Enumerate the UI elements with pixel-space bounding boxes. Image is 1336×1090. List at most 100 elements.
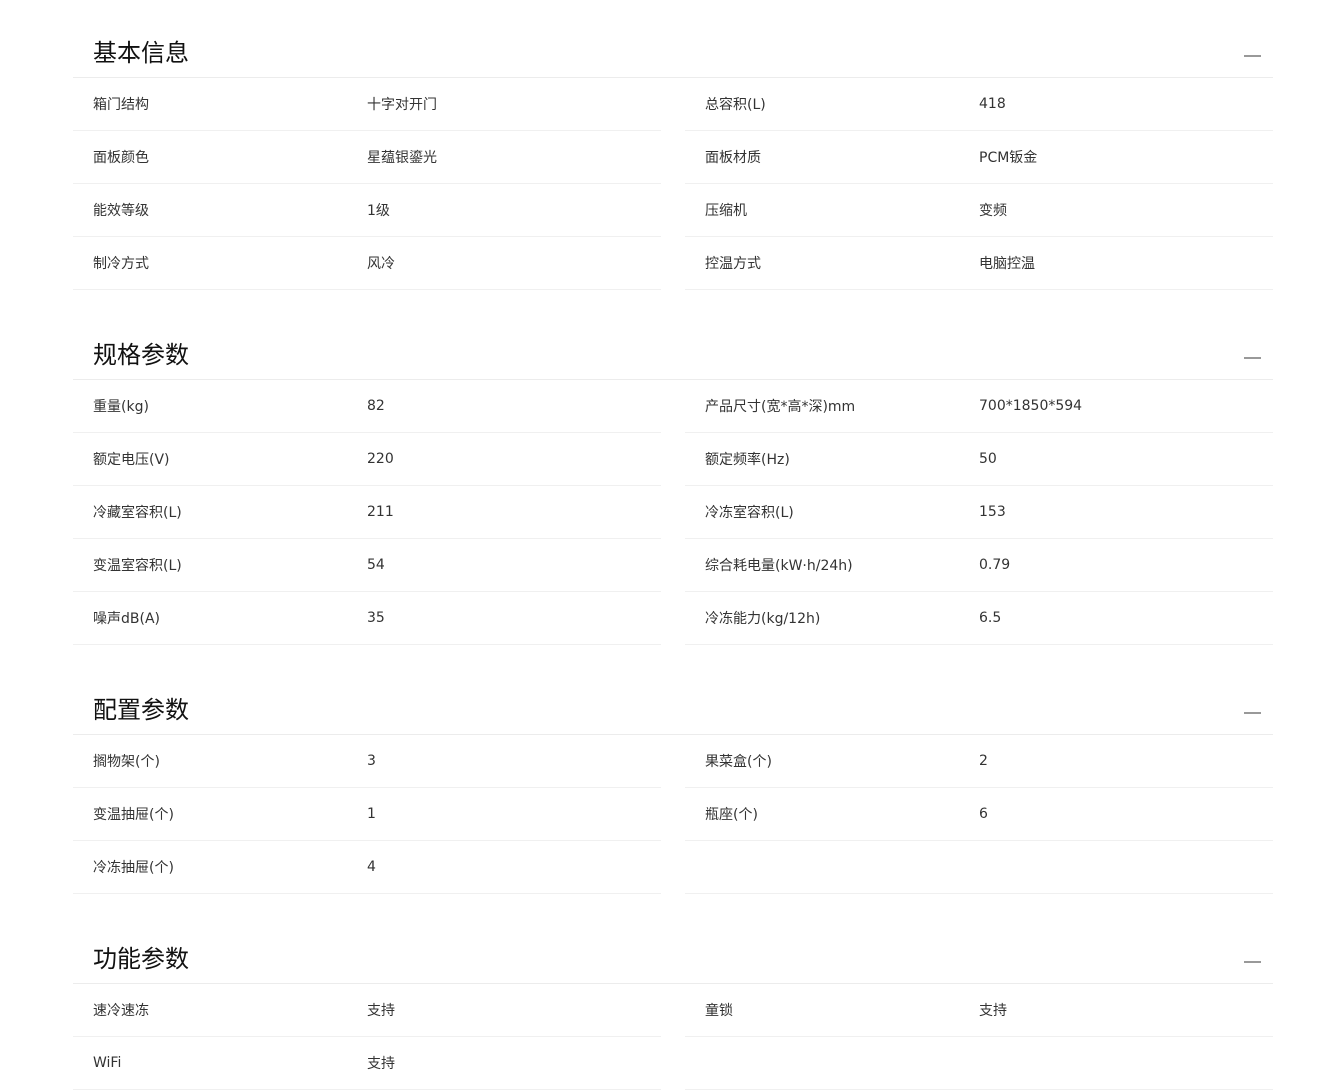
spec-label: 箱门结构 xyxy=(93,97,149,113)
spec-row: 变温抽屉(个) 1 xyxy=(73,788,661,841)
spec-row: 控温方式 电脑控温 xyxy=(685,237,1273,290)
spec-value: 风冷 xyxy=(367,256,395,272)
spec-row: 重量(kg) 82 xyxy=(73,380,661,433)
section-title: 配置参数 xyxy=(93,696,189,724)
spec-label: 变温室容积(L) xyxy=(93,558,182,574)
spec-section: 规格参数重量(kg) 82 产品尺寸(宽*高*深)mm 700*1850*594 额定电… xyxy=(73,302,1273,645)
spec-label: 重量(kg) xyxy=(93,399,149,415)
spec-row: 压缩机 变频 xyxy=(685,184,1273,237)
spec-value: 6.5 xyxy=(979,610,1002,626)
section-title: 功能参数 xyxy=(93,945,189,973)
spec-section: 配置参数搁物架(个) 3 果菜盒(个) 2 变温抽屉(个) 1 瓶座(个) 6 冷冻抽屉(个) 4 xyxy=(73,657,1273,894)
spec-value: 十字对开门 xyxy=(367,97,437,113)
spec-row: WiFi 支持 xyxy=(73,1037,661,1090)
spec-row: 冷冻能力(kg/12h) 6.5 xyxy=(685,592,1273,645)
spec-label: 瓶座(个) xyxy=(705,807,758,823)
spec-value: PCM钣金 xyxy=(979,150,1038,166)
spec-label: 额定频率(Hz) xyxy=(705,452,790,468)
spec-row: 童锁 支持 xyxy=(685,984,1273,1037)
spec-row: 额定电压(V) 220 xyxy=(73,433,661,486)
spec-row: 箱门结构 十字对开门 xyxy=(73,78,661,131)
section-header: 功能参数 xyxy=(73,906,1273,984)
spec-value: 700*1850*594 xyxy=(979,398,1083,414)
spec-label: 变温抽屉(个) xyxy=(93,807,174,823)
spec-rows: 搁物架(个) 3 果菜盒(个) 2 变温抽屉(个) 1 瓶座(个) 6 冷冻抽屉(个) 4 xyxy=(73,735,1273,894)
spec-label: 冷冻室容积(L) xyxy=(705,505,794,521)
collapse-minus-icon[interactable] xyxy=(1244,712,1261,714)
section-header: 规格参数 xyxy=(73,302,1273,380)
spec-value: 1 xyxy=(367,806,376,822)
spec-value: 支持 xyxy=(367,1003,395,1019)
spec-value: 220 xyxy=(367,451,394,467)
spec-row: 冷藏室容积(L) 211 xyxy=(73,486,661,539)
spec-value: 变频 xyxy=(979,203,1007,219)
spec-section: 功能参数 速冷速冻 支持 童锁 支持 WiFi 支持 xyxy=(73,906,1273,1090)
spec-value: 6 xyxy=(979,806,988,822)
spec-label: 能效等级 xyxy=(93,203,149,219)
spec-row: 果菜盒(个) 2 xyxy=(685,735,1273,788)
spec-rows: 箱门结构 十字对开门 总容积(L) 418 面板颜色 星蕴银鎏光 面板材质 PCM钣金能效等级… xyxy=(73,78,1273,290)
collapse-minus-icon[interactable] xyxy=(1244,55,1261,57)
spec-row: 面板材质 PCM钣金 xyxy=(685,131,1273,184)
spec-label: 产品尺寸(宽*高*深)mm xyxy=(705,399,856,415)
spec-row: 搁物架(个) 3 xyxy=(73,735,661,788)
spec-row: 瓶座(个) 6 xyxy=(685,788,1273,841)
spec-row-empty xyxy=(685,1037,1273,1090)
spec-label: 面板颜色 xyxy=(93,150,149,166)
spec-value: 星蕴银鎏光 xyxy=(367,150,437,166)
spec-value: 0.79 xyxy=(979,557,1011,573)
spec-label: 冷冻能力(kg/12h) xyxy=(705,611,821,627)
spec-row: 产品尺寸(宽*高*深)mm 700*1850*594 xyxy=(685,380,1273,433)
spec-value: 2 xyxy=(979,753,988,769)
section-title: 基本信息 xyxy=(93,39,189,67)
spec-row: 制冷方式 风冷 xyxy=(73,237,661,290)
spec-value: 支持 xyxy=(367,1056,395,1072)
spec-row: 总容积(L) 418 xyxy=(685,78,1273,131)
spec-label: 果菜盒(个) xyxy=(705,754,772,770)
spec-row: 额定频率(Hz) 50 xyxy=(685,433,1273,486)
spec-label: WiFi xyxy=(93,1055,122,1071)
spec-value: 35 xyxy=(367,610,385,626)
spec-row: 面板颜色 星蕴银鎏光 xyxy=(73,131,661,184)
spec-value: 4 xyxy=(367,859,376,875)
spec-label: 冷藏室容积(L) xyxy=(93,505,182,521)
spec-row: 速冷速冻 支持 xyxy=(73,984,661,1037)
spec-value: 211 xyxy=(367,504,394,520)
spec-label: 面板材质 xyxy=(705,150,761,166)
spec-row-empty xyxy=(685,841,1273,894)
section-header: 基本信息 xyxy=(73,0,1273,78)
spec-value: 支持 xyxy=(979,1003,1007,1019)
spec-label: 搁物架(个) xyxy=(93,754,160,770)
spec-label: 额定电压(V) xyxy=(93,452,170,468)
section-header: 配置参数 xyxy=(73,657,1273,735)
spec-row: 变温室容积(L) 54 xyxy=(73,539,661,592)
spec-value: 153 xyxy=(979,504,1006,520)
spec-value: 54 xyxy=(367,557,385,573)
spec-label: 总容积(L) xyxy=(705,97,766,113)
spec-value: 电脑控温 xyxy=(979,256,1035,272)
spec-row: 噪声dB(A) 35 xyxy=(73,592,661,645)
spec-label: 速冷速冻 xyxy=(93,1003,149,1019)
spec-rows: 速冷速冻 支持 童锁 支持 WiFi 支持 xyxy=(73,984,1273,1090)
spec-label: 噪声dB(A) xyxy=(93,611,160,627)
spec-label: 制冷方式 xyxy=(93,256,149,272)
spec-value: 1级 xyxy=(367,203,390,219)
spec-label: 控温方式 xyxy=(705,256,761,272)
spec-value: 3 xyxy=(367,753,376,769)
spec-row: 冷冻室容积(L) 153 xyxy=(685,486,1273,539)
spec-label: 压缩机 xyxy=(705,203,747,219)
spec-rows: 重量(kg) 82 产品尺寸(宽*高*深)mm 700*1850*594 额定电压(V)… xyxy=(73,380,1273,645)
collapse-minus-icon[interactable] xyxy=(1244,961,1261,963)
spec-label: 冷冻抽屉(个) xyxy=(93,860,174,876)
spec-value: 50 xyxy=(979,451,997,467)
section-title: 规格参数 xyxy=(93,341,189,369)
spec-row: 冷冻抽屉(个) 4 xyxy=(73,841,661,894)
spec-row: 综合耗电量(kW·h/24h) 0.79 xyxy=(685,539,1273,592)
spec-value: 82 xyxy=(367,398,385,414)
spec-label: 综合耗电量(kW·h/24h) xyxy=(705,558,853,574)
collapse-minus-icon[interactable] xyxy=(1244,357,1261,359)
spec-label: 童锁 xyxy=(705,1003,733,1019)
spec-value: 418 xyxy=(979,96,1006,112)
spec-section: 基本信息箱门结构 十字对开门 总容积(L) 418 面板颜色 星蕴银鎏光 面板材质 PCM钣金… xyxy=(73,0,1273,290)
spec-row: 能效等级 1级 xyxy=(73,184,661,237)
